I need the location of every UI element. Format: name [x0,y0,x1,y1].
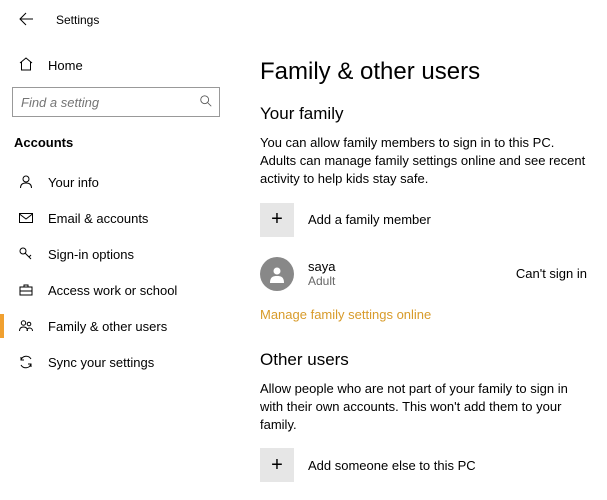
search-box[interactable] [12,87,220,117]
search-icon [199,94,213,111]
plus-icon: + [260,203,294,237]
add-other-label: Add someone else to this PC [308,458,476,473]
nav-family-users[interactable]: Family & other users [0,308,232,344]
people-icon [18,318,34,334]
nav-email-accounts[interactable]: Email & accounts [0,200,232,236]
nav-item-label: Family & other users [48,319,167,334]
person-icon [267,264,287,284]
nav-item-label: Email & accounts [48,211,148,226]
nav-item-label: Your info [48,175,99,190]
family-heading: Your family [260,104,587,124]
nav-your-info[interactable]: Your info [0,164,232,200]
back-icon[interactable] [18,11,34,30]
nav-item-label: Sync your settings [48,355,154,370]
user-info: saya Adult [308,259,502,288]
home-button[interactable]: Home [0,48,232,87]
plus-icon: + [260,448,294,482]
user-role: Adult [308,274,502,288]
manage-family-link[interactable]: Manage family settings online [260,307,587,322]
briefcase-icon [18,282,34,298]
nav-list: Your info Email & accounts Sign-in optio… [0,164,232,380]
family-user-row[interactable]: saya Adult Can't sign in [260,257,587,291]
other-users-heading: Other users [260,350,587,370]
window-title: Settings [56,13,99,27]
nav-item-label: Sign-in options [48,247,134,262]
add-other-user-button[interactable]: + Add someone else to this PC [260,448,587,482]
add-family-member-button[interactable]: + Add a family member [260,203,587,237]
other-users-description: Allow people who are not part of your fa… [260,380,587,435]
main-content: Family & other users Your family You can… [232,40,607,500]
add-family-label: Add a family member [308,212,431,227]
person-icon [18,174,34,190]
section-label: Accounts [0,131,232,164]
user-name: saya [308,259,502,274]
search-input[interactable] [21,95,199,110]
avatar [260,257,294,291]
sidebar: Home Accounts Your info Email & accounts… [0,40,232,500]
nav-sync-settings[interactable]: Sync your settings [0,344,232,380]
family-description: You can allow family members to sign in … [260,134,587,189]
nav-signin-options[interactable]: Sign-in options [0,236,232,272]
key-icon [18,246,34,262]
page-title: Family & other users [260,58,587,86]
home-icon [18,56,34,75]
sync-icon [18,354,34,370]
nav-item-label: Access work or school [48,283,177,298]
mail-icon [18,210,34,226]
nav-work-school[interactable]: Access work or school [0,272,232,308]
user-status: Can't sign in [516,266,587,281]
titlebar: Settings [0,0,607,40]
home-label: Home [48,58,83,73]
